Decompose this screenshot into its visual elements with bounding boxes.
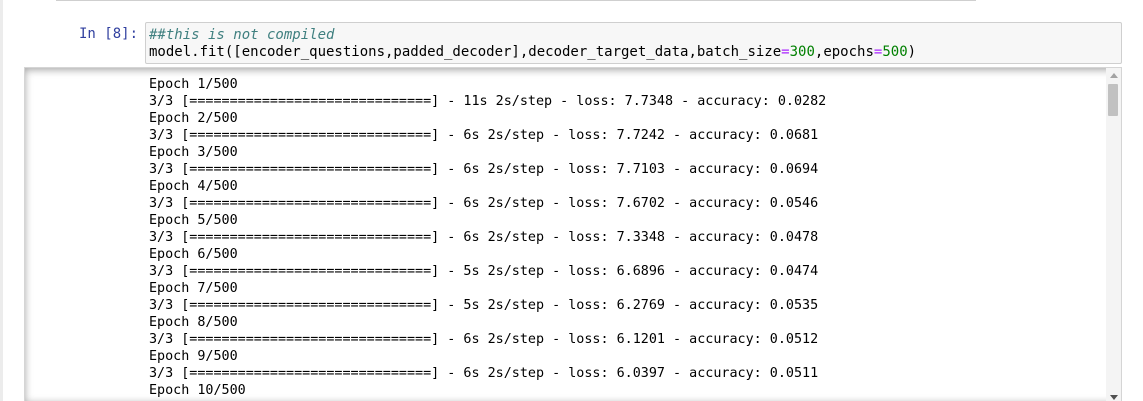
input-prompt: In [8]: [79, 26, 139, 42]
output-scrollbar[interactable] [1106, 68, 1121, 401]
code-call-suffix: ) [907, 44, 917, 60]
code-call-mid: ,epochs [814, 44, 874, 60]
code-call-prefix: model.fit([encoder_questions,padded_deco… [149, 44, 782, 60]
code-input-area[interactable]: ##this is not compiled model.fit([encode… [145, 22, 1122, 64]
code-comment: ##this is not compiled [149, 27, 335, 43]
scroll-up-arrow-icon[interactable] [1110, 73, 1118, 78]
output-area[interactable]: Epoch 1/500 3/3 [=======================… [24, 67, 1122, 401]
left-edge [0, 0, 3, 401]
code-editor[interactable]: ##this is not compiled model.fit([encode… [149, 27, 916, 61]
code-epochs-value: 500 [882, 44, 908, 60]
code-batch-size-value: 300 [789, 44, 815, 60]
previous-cell-border [56, 0, 976, 1]
scrollbar-thumb[interactable] [1108, 84, 1118, 116]
code-operator: = [781, 44, 790, 60]
training-log-output: Epoch 1/500 3/3 [=======================… [149, 77, 827, 398]
scroll-down-arrow-icon[interactable] [1110, 395, 1118, 400]
